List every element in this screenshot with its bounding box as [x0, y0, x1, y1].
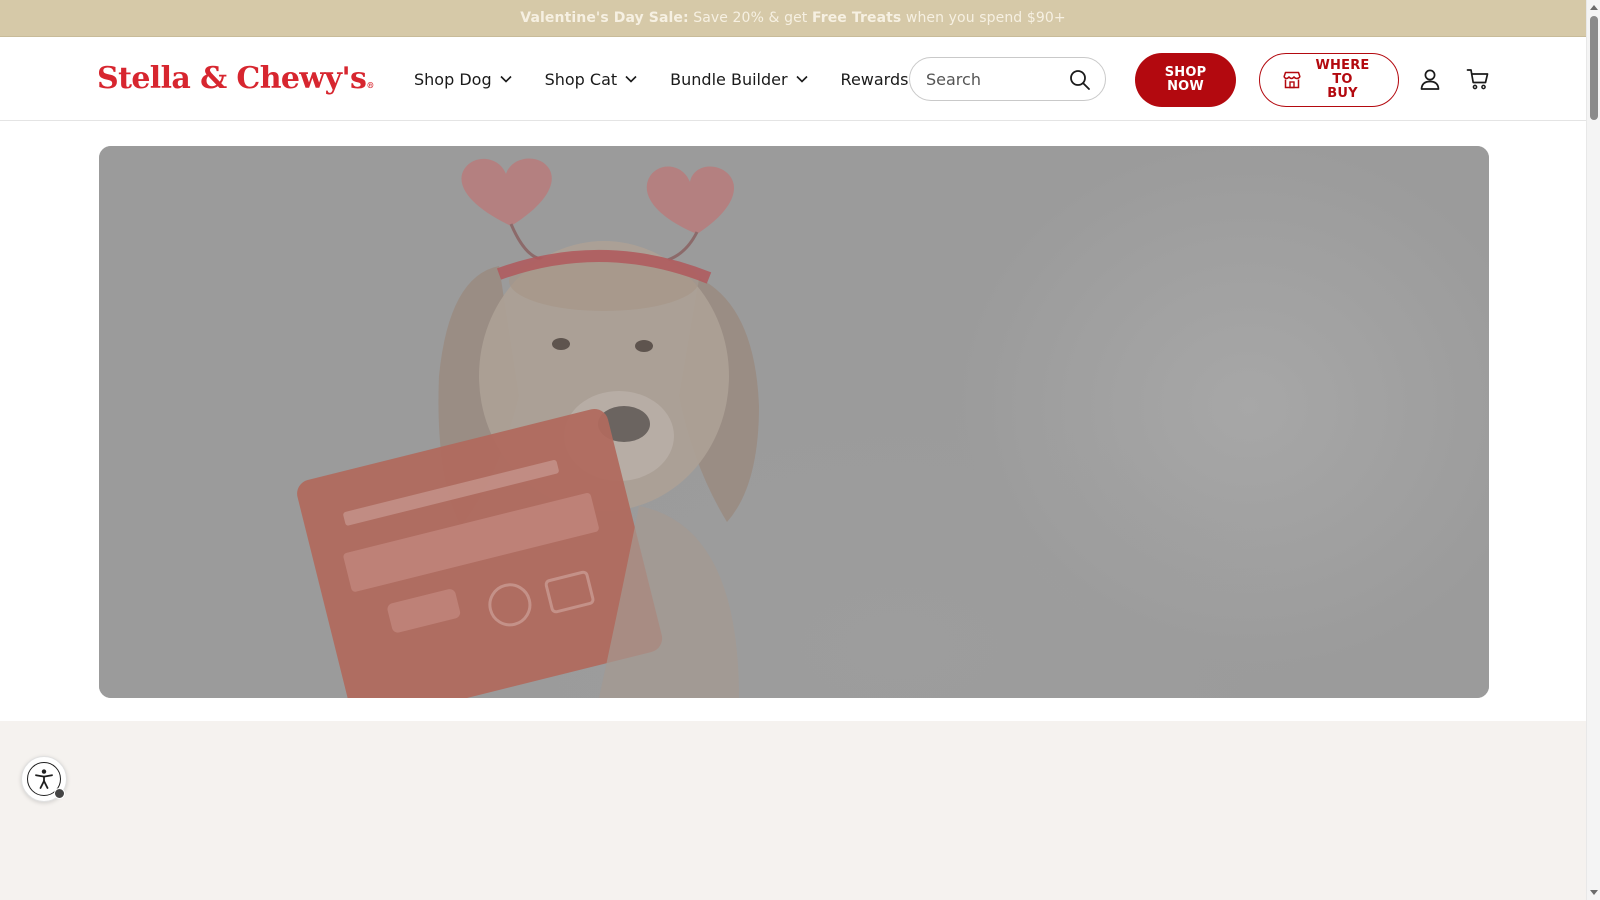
nav-label: Rewards: [840, 69, 909, 89]
cart-icon[interactable]: [1466, 67, 1490, 91]
scrollbar-thumb[interactable]: [1590, 16, 1598, 120]
accessibility-button[interactable]: [21, 756, 67, 802]
announcement-highlight: Free Treats: [811, 10, 902, 26]
shop-now-line1: SHOP: [1164, 65, 1207, 80]
user-icon[interactable]: [1419, 68, 1441, 90]
page: Valentine's Day Sale: Save 20% & get Fre…: [0, 0, 1600, 900]
where-line1: WHERE: [1315, 58, 1370, 73]
accessibility-badge: [54, 788, 65, 799]
shop-now-line2: NOW: [1167, 79, 1204, 94]
logo-text: Stella & Chewy's: [97, 61, 367, 96]
where-to-buy-button[interactable]: WHERE TO BUY: [1259, 53, 1399, 107]
scroll-down-arrow[interactable]: [1590, 890, 1598, 895]
where-to-buy-label: WHERE TO BUY: [1315, 59, 1370, 101]
chevron-down-icon: [795, 75, 808, 83]
chevron-down-icon: [625, 75, 637, 83]
page-scrollbar[interactable]: [1586, 0, 1600, 900]
hero-banner[interactable]: [99, 146, 1489, 698]
accessibility-icon: [27, 762, 65, 799]
nav-label: Shop Dog: [414, 69, 492, 89]
nav-item-bundle-builder[interactable]: Bundle Builder: [670, 70, 808, 89]
logo[interactable]: Stella & Chewy's®: [97, 59, 374, 99]
site-header: Stella & Chewy's® Shop Dog Shop Cat Bund…: [0, 37, 1586, 121]
store-icon: [1283, 71, 1301, 89]
logo-registered-mark: ®: [366, 80, 375, 90]
announcement-bar[interactable]: Valentine's Day Sale: Save 20% & get Fre…: [0, 0, 1586, 37]
announcement-text-2: when you spend $90+: [901, 10, 1066, 26]
search-icon[interactable]: [1069, 69, 1091, 91]
announcement-text-1: Save 20% & get: [688, 10, 812, 26]
where-line2: TO BUY: [1327, 72, 1358, 101]
shop-now-label: SHOP NOW: [1165, 66, 1207, 94]
nav-label: Bundle Builder: [670, 69, 788, 89]
announcement-sale-label: Valentine's Day Sale:: [520, 10, 689, 26]
nav-label: Shop Cat: [544, 69, 618, 89]
scroll-up-arrow[interactable]: [1590, 5, 1598, 10]
main-nav: Shop Dog Shop Cat Bundle Builder Rewards: [414, 37, 961, 121]
shop-now-button[interactable]: SHOP NOW: [1135, 53, 1236, 107]
nav-item-shop-dog[interactable]: Shop Dog: [414, 70, 513, 89]
search-box: [909, 57, 1106, 101]
nav-item-shop-cat[interactable]: Shop Cat: [545, 70, 639, 89]
search-input[interactable]: [926, 58, 1066, 100]
content-section: [0, 721, 1586, 900]
chevron-down-icon: [500, 75, 512, 83]
hero-dog-image: [297, 158, 759, 698]
accessibility-figure-icon: [35, 769, 53, 789]
